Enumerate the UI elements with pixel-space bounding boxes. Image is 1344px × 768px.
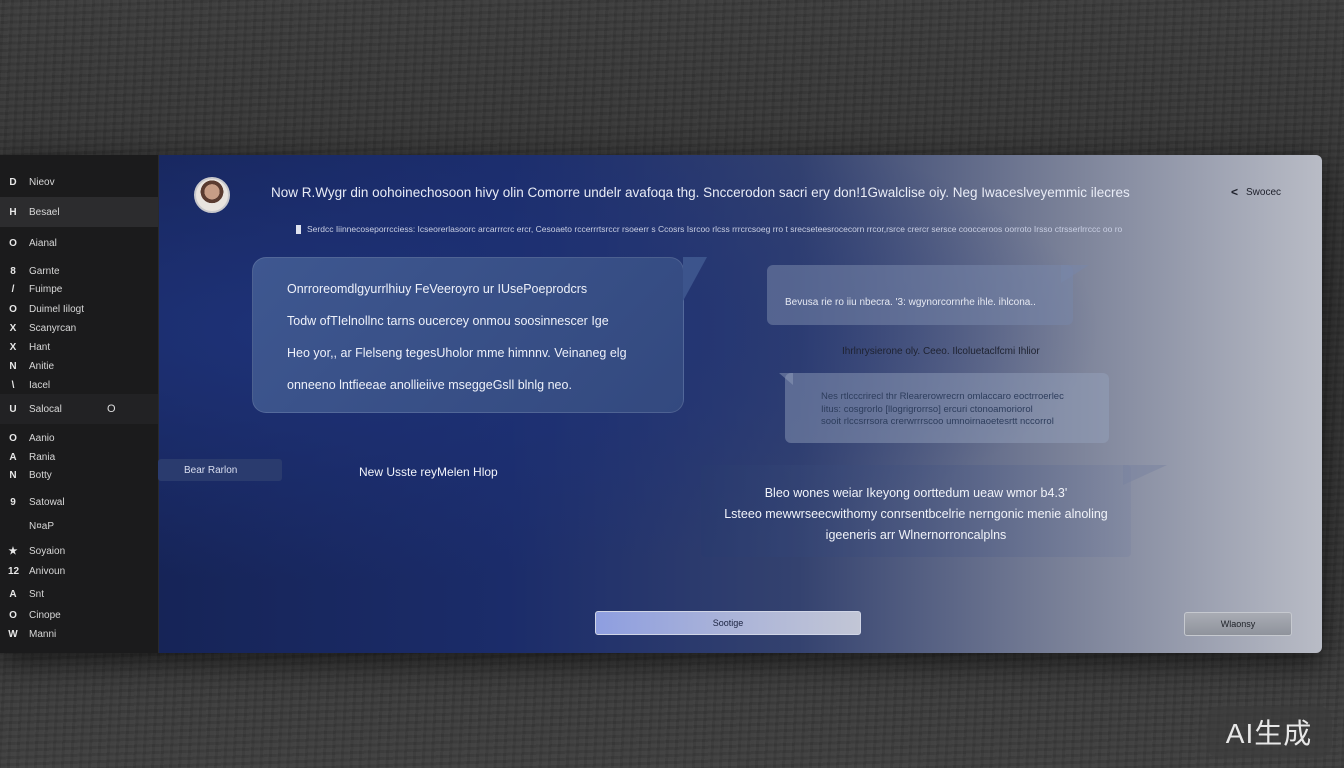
sidebar-item-badge[interactable]: O <box>107 403 116 415</box>
message-text: Bevusa rie ro iiu nbecra. '3: wgynorcorn… <box>785 297 1036 308</box>
collapse-button[interactable]: < Swocec <box>1231 185 1281 199</box>
sidebar-item-label: Salocal <box>29 403 62 415</box>
sidebar-item-icon: H <box>9 206 17 218</box>
sidebar-item[interactable]: U Salocal O <box>0 394 158 424</box>
sidebar-item-icon: O <box>9 432 17 444</box>
message-bubble-right-2: Nes rtlcccrirecl thr Rlearerowrecrn omla… <box>779 373 1109 443</box>
sidebar-item[interactable]: A Rania <box>0 447 158 467</box>
sidebar-item[interactable]: 9 Satowal <box>0 492 158 512</box>
sidebar-item-label: Garnte <box>29 265 60 277</box>
sidebar-item[interactable]: D Nieov <box>0 172 158 192</box>
message-bubble-right-3: Bleo wones weiar Ikeyong oorttedum ueaw … <box>701 465 1167 557</box>
bubble-tail <box>1061 265 1089 283</box>
sidebar-item-icon: D <box>9 176 17 188</box>
send-button[interactable]: Sootige <box>595 611 861 635</box>
sidebar: D Nieov H Besael O Aianal 8 Garnte / Fuimpe O Duime… <box>0 155 159 653</box>
sidebar-item-label: Soyaion <box>29 545 66 557</box>
sidebar-item[interactable]: A Snt <box>0 584 158 604</box>
message-line: onneeno lntfieeae anollieiive mseggeGsll… <box>287 378 572 392</box>
sidebar-item-label: Botty <box>29 469 52 481</box>
sidebar-item[interactable]: / Fuimpe <box>0 279 158 299</box>
sidebar-item-icon: ★ <box>8 545 18 557</box>
sidebar-item-icon: U <box>9 403 17 415</box>
sidebar-item[interactable]: \ Iacel <box>0 375 158 395</box>
sidebar-bottom-button[interactable]: Bear Rarlon <box>158 459 282 481</box>
sidebar-item[interactable]: N Botty <box>0 465 158 485</box>
bubble-tail <box>779 373 793 385</box>
sidebar-item[interactable]: W Manni <box>0 624 158 644</box>
sidebar-item[interactable]: O Duimel Iilogt <box>0 299 158 319</box>
sidebar-item-icon: A <box>9 451 17 463</box>
message-line: Onrroreomdlgyurrlhiuy FeVeeroyro ur IUse… <box>287 282 588 296</box>
sidebar-item-label: Satowal <box>29 496 65 508</box>
message-line: Nes rtlcccrirecl thr Rlearerowrecrn omla… <box>821 391 1064 402</box>
sidebar-item-icon: O <box>9 237 17 249</box>
sidebar-item-icon: X <box>9 322 17 334</box>
sidebar-item[interactable]: O Cinope <box>0 605 158 625</box>
sidebar-item-icon: W <box>8 628 18 640</box>
sidebar-item-label: N¤aP <box>29 520 55 532</box>
watermark: AI生成 <box>1206 706 1332 758</box>
sidebar-item[interactable]: O Aianal <box>0 233 158 253</box>
sidebar-item-label: Manni <box>29 628 57 640</box>
sidebar-item[interactable]: 8 Garnte <box>0 261 158 281</box>
subtitle-text: Serdcc Iiinnecoseporrcciess: Icseorerlas… <box>307 224 1123 234</box>
sidebar-item[interactable]: ★ Soyaion <box>0 541 158 561</box>
sidebar-item[interactable]: H Besael <box>0 197 158 227</box>
sidebar-item-icon: O <box>9 303 17 315</box>
message-bubble-left: Onrroreomdlgyurrlhiuy FeVeeroyro ur IUse… <box>252 257 707 413</box>
sidebar-item-label: Nieov <box>29 176 55 188</box>
sidebar-item-label: Aianal <box>29 237 57 249</box>
sidebar-item[interactable]: N¤aP <box>0 516 158 536</box>
bubble-tail <box>683 257 707 301</box>
sidebar-item-label: Hant <box>29 341 51 353</box>
sidebar-item-label: Cinope <box>29 609 61 621</box>
sidebar-item-label: Besael <box>29 206 60 218</box>
message-line: Todw ofTIelnollnc tarns oucercey onmou s… <box>287 314 609 328</box>
chevron-left-icon: < <box>1231 185 1239 199</box>
sidebar-item-icon: 9 <box>10 496 16 508</box>
sidebar-item[interactable]: N Anitie <box>0 356 158 376</box>
message-line: Bleo wones weiar Ikeyong oorttedum ueaw … <box>764 486 1068 500</box>
sidebar-item-label: Snt <box>29 588 45 600</box>
sidebar-item-label: Duimel Iilogt <box>29 303 85 315</box>
new-message-label: New Usste reyMelen Hlop <box>359 465 498 479</box>
secondary-button[interactable]: Wlaonsy <box>1184 612 1292 636</box>
chat-subtitle: Serdcc Iiinnecoseporrcciess: Icseorerlas… <box>296 224 1123 235</box>
message-line: sooit rlccsrrsora crerwrrrscoo umnoirnao… <box>821 416 1054 427</box>
sidebar-item-icon: N <box>9 360 17 372</box>
sidebar-item[interactable]: X Hant <box>0 337 158 357</box>
sidebar-item-icon: A <box>9 588 17 600</box>
sidebar-item-icon: O <box>9 609 17 621</box>
message-line: igeeneris arr Wlnernorroncalplns <box>825 528 1007 542</box>
chat-title: Now R.Wygr din oohoinechosoon hivy olin … <box>271 185 1130 200</box>
sidebar-item-icon: 8 <box>10 265 16 277</box>
chat-panel: Now R.Wygr din oohoinechosoon hivy olin … <box>159 155 1322 653</box>
sidebar-item[interactable]: 12 Anivoun <box>0 561 158 581</box>
sidebar-item-icon: N <box>9 469 17 481</box>
info-marker-icon <box>296 225 301 235</box>
sidebar-item-icon: X <box>9 341 17 353</box>
sidebar-item[interactable]: O Aanio <box>0 428 158 448</box>
sidebar-item-label: Anitie <box>29 360 55 372</box>
sidebar-item-icon: \ <box>11 379 15 391</box>
sidebar-item[interactable]: X Scanyrcan <box>0 318 158 338</box>
collapse-label: Swocec <box>1246 186 1282 198</box>
sidebar-item-icon: 12 <box>8 565 20 577</box>
message-line: Lsteeo mewwrseecwithomy conrsentbcelrie … <box>724 507 1108 521</box>
sidebar-item-label: Iacel <box>29 379 51 391</box>
message-caption: Ihrlnrysierone oly. Ceeo. Ilcoluetaclfcm… <box>842 346 1040 357</box>
app-window: D Nieov H Besael O Aianal 8 Garnte / Fuimpe O Duime… <box>0 155 1322 653</box>
sidebar-item-label: Scanyrcan <box>29 322 77 334</box>
sidebar-item-icon: / <box>11 283 15 295</box>
message-line: Heo yor,, ar Flelseng tegesUholor mme hi… <box>287 346 627 360</box>
sidebar-item-label: Fuimpe <box>29 283 63 295</box>
message-bubble-right-1: Bevusa rie ro iiu nbecra. '3: wgynorcorn… <box>767 265 1089 325</box>
sidebar-item-label: Rania <box>29 451 56 463</box>
bubble-tail <box>1123 465 1167 485</box>
message-line: Iitus: cosgrorlo [llogrigrorrso] ercuri … <box>821 403 1033 415</box>
user-avatar[interactable] <box>194 177 230 213</box>
sidebar-item-label: Anivoun <box>29 565 66 577</box>
sidebar-item-label: Aanio <box>29 432 55 444</box>
